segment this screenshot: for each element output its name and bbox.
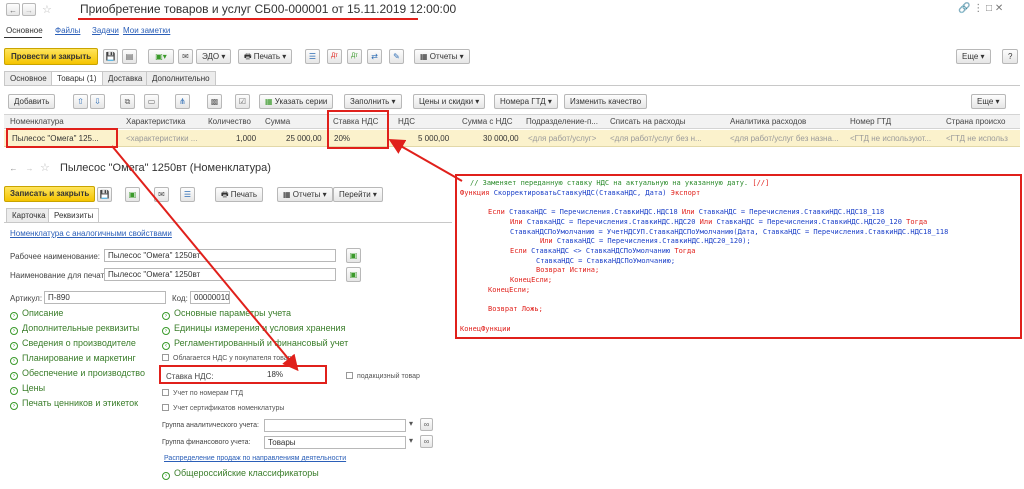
- arrow-code-to-vat: [388, 139, 463, 182]
- annotation-arrows: [111, 139, 463, 372]
- arrow-table-to-item: [111, 145, 299, 372]
